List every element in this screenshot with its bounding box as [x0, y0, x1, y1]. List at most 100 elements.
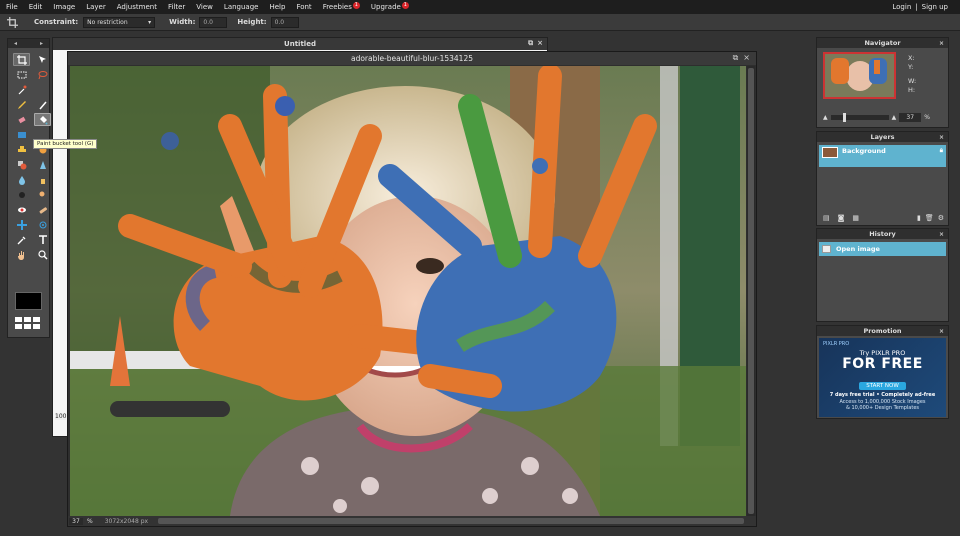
- close-icon[interactable]: ×: [537, 39, 543, 48]
- panel-header[interactable]: Navigator ×: [817, 38, 948, 48]
- menu-font[interactable]: Font: [290, 3, 316, 11]
- vertical-scrollbar[interactable]: [747, 66, 755, 516]
- navigator-thumbnail[interactable]: [823, 52, 896, 99]
- drawing-tool[interactable]: [13, 158, 30, 171]
- panel-header[interactable]: Promotion ×: [817, 326, 948, 336]
- close-icon[interactable]: ×: [939, 40, 944, 47]
- zoom-input[interactable]: 37: [69, 517, 83, 525]
- signup-link[interactable]: Sign up: [922, 3, 948, 11]
- tooltip: Paint bucket tool (G): [33, 139, 98, 149]
- slider-handle[interactable]: [842, 112, 846, 122]
- photo-canvas[interactable]: [70, 66, 746, 516]
- untitled-title-bar[interactable]: Untitled ⧉ ×: [53, 38, 547, 50]
- menu-filter[interactable]: Filter: [162, 3, 190, 11]
- account-links: Login | Sign up: [892, 3, 960, 11]
- close-icon[interactable]: ×: [743, 53, 750, 63]
- toolbox: ◂ ▸: [7, 38, 51, 338]
- wand-tool[interactable]: [13, 83, 30, 96]
- layer-name: Background: [842, 147, 886, 155]
- lasso-icon: [38, 70, 47, 79]
- menu-edit[interactable]: Edit: [23, 3, 48, 11]
- constraint-label: Constraint:: [34, 18, 79, 26]
- zoom-input[interactable]: 37: [899, 112, 922, 122]
- red-eye-tool[interactable]: [13, 203, 30, 216]
- pinch-icon: [39, 221, 46, 228]
- blur-tool[interactable]: [13, 173, 30, 186]
- brush-tool[interactable]: [34, 98, 51, 111]
- login-link[interactable]: Login: [892, 3, 911, 11]
- marquee-tool[interactable]: [13, 68, 30, 81]
- clone-stamp-tool[interactable]: [13, 143, 30, 156]
- layer-mask-icon[interactable]: ◙: [838, 214, 845, 222]
- sharpen-icon: [39, 160, 46, 169]
- new-layer-icon[interactable]: ▮: [917, 214, 921, 222]
- horizontal-scrollbar[interactable]: [158, 518, 744, 524]
- menu-upgrade[interactable]: Upgrade 1: [365, 1, 414, 12]
- constraint-select[interactable]: No restriction ▾: [83, 16, 156, 28]
- settings-gear-icon[interactable]: ⚙︎: [938, 214, 944, 222]
- restore-icon[interactable]: ⧉: [733, 53, 739, 63]
- gradient-icon: [17, 131, 26, 138]
- scroll-thumb[interactable]: [748, 68, 754, 514]
- eraser-tool[interactable]: [13, 113, 30, 126]
- type-tool[interactable]: [34, 233, 51, 246]
- move-tool[interactable]: [34, 53, 51, 66]
- start-now-button[interactable]: START NOW: [859, 382, 906, 390]
- layer-settings-icon[interactable]: ▤: [823, 214, 830, 222]
- pencil-tool[interactable]: [13, 98, 30, 111]
- zoom-slider[interactable]: [830, 112, 889, 122]
- smudge-tool[interactable]: [34, 173, 51, 186]
- menu-help[interactable]: Help: [263, 3, 290, 11]
- lasso-tool[interactable]: [34, 68, 51, 81]
- menu-layer[interactable]: Layer: [80, 3, 111, 11]
- brush-icon: [38, 101, 47, 109]
- close-icon[interactable]: ×: [939, 134, 944, 141]
- panel-header[interactable]: History ×: [817, 229, 948, 239]
- sharpen-tool[interactable]: [34, 158, 51, 171]
- menu-adjustment[interactable]: Adjustment: [111, 3, 162, 11]
- height-input[interactable]: 0.0: [270, 16, 299, 28]
- zoom-in-icon[interactable]: ▲: [892, 114, 897, 121]
- hand-tool[interactable]: [13, 248, 30, 261]
- menu-freebies[interactable]: Freebies 1: [317, 1, 365, 12]
- layer-row[interactable]: Background 🔒︎: [819, 145, 946, 167]
- dodge-tool[interactable]: [34, 188, 51, 201]
- spot-heal-tool[interactable]: [34, 203, 51, 216]
- menu-image[interactable]: Image: [47, 3, 80, 11]
- image-title-bar[interactable]: adorable-beautiful-blur-1534125 ⧉ ×: [68, 52, 756, 65]
- width-input[interactable]: 0.0: [199, 16, 228, 28]
- color-swatch[interactable]: [15, 292, 42, 310]
- zoom-tool[interactable]: [34, 248, 51, 261]
- collapse-left-icon[interactable]: ◂: [14, 40, 17, 47]
- panel-header[interactable]: Layers ×: [817, 132, 948, 142]
- navigator-panel: Navigator × X: Y: W: H: ▲ ▲ 37 %: [816, 37, 949, 128]
- restore-icon[interactable]: ⧉: [528, 39, 533, 48]
- tool-options-bar: Constraint: No restriction ▾ Width: 0.0 H…: [0, 14, 960, 31]
- crop-tool[interactable]: [13, 53, 30, 66]
- close-icon[interactable]: ×: [939, 328, 944, 335]
- zoom-out-icon[interactable]: ▲: [823, 114, 828, 121]
- view-mode-icons[interactable]: [15, 317, 40, 329]
- status-bar: 37 % 3072x2048 px: [68, 516, 756, 526]
- bloat-tool[interactable]: [13, 218, 30, 231]
- add-layer-icon[interactable]: ▦: [852, 214, 859, 222]
- history-item[interactable]: Open image: [819, 242, 946, 256]
- menu-language[interactable]: Language: [218, 3, 264, 11]
- image-dimensions: 3072x2048 px: [104, 517, 149, 525]
- history-panel: History × Open image: [816, 228, 949, 322]
- promo-banner[interactable]: PIXLR PRO Try PIXLR PRO FOR FREE START N…: [819, 338, 946, 417]
- menu-view[interactable]: View: [190, 3, 218, 11]
- menu-file[interactable]: File: [0, 3, 23, 11]
- close-icon[interactable]: ×: [939, 231, 944, 238]
- delete-icon[interactable]: 🗑︎: [925, 214, 934, 222]
- text-icon: [38, 234, 47, 244]
- blur-drop-icon: [18, 175, 25, 185]
- sponge-tool[interactable]: [13, 188, 30, 201]
- promo-line2: 7 days free trial • Completely ad-free: [829, 392, 936, 398]
- pinch-tool[interactable]: [34, 218, 51, 231]
- gradient-tool[interactable]: [13, 128, 30, 141]
- sponge-icon: [18, 191, 25, 198]
- color-picker-tool[interactable]: [13, 233, 30, 246]
- expand-right-icon[interactable]: ▸: [40, 40, 43, 47]
- paint-bucket-tool[interactable]: [34, 113, 51, 126]
